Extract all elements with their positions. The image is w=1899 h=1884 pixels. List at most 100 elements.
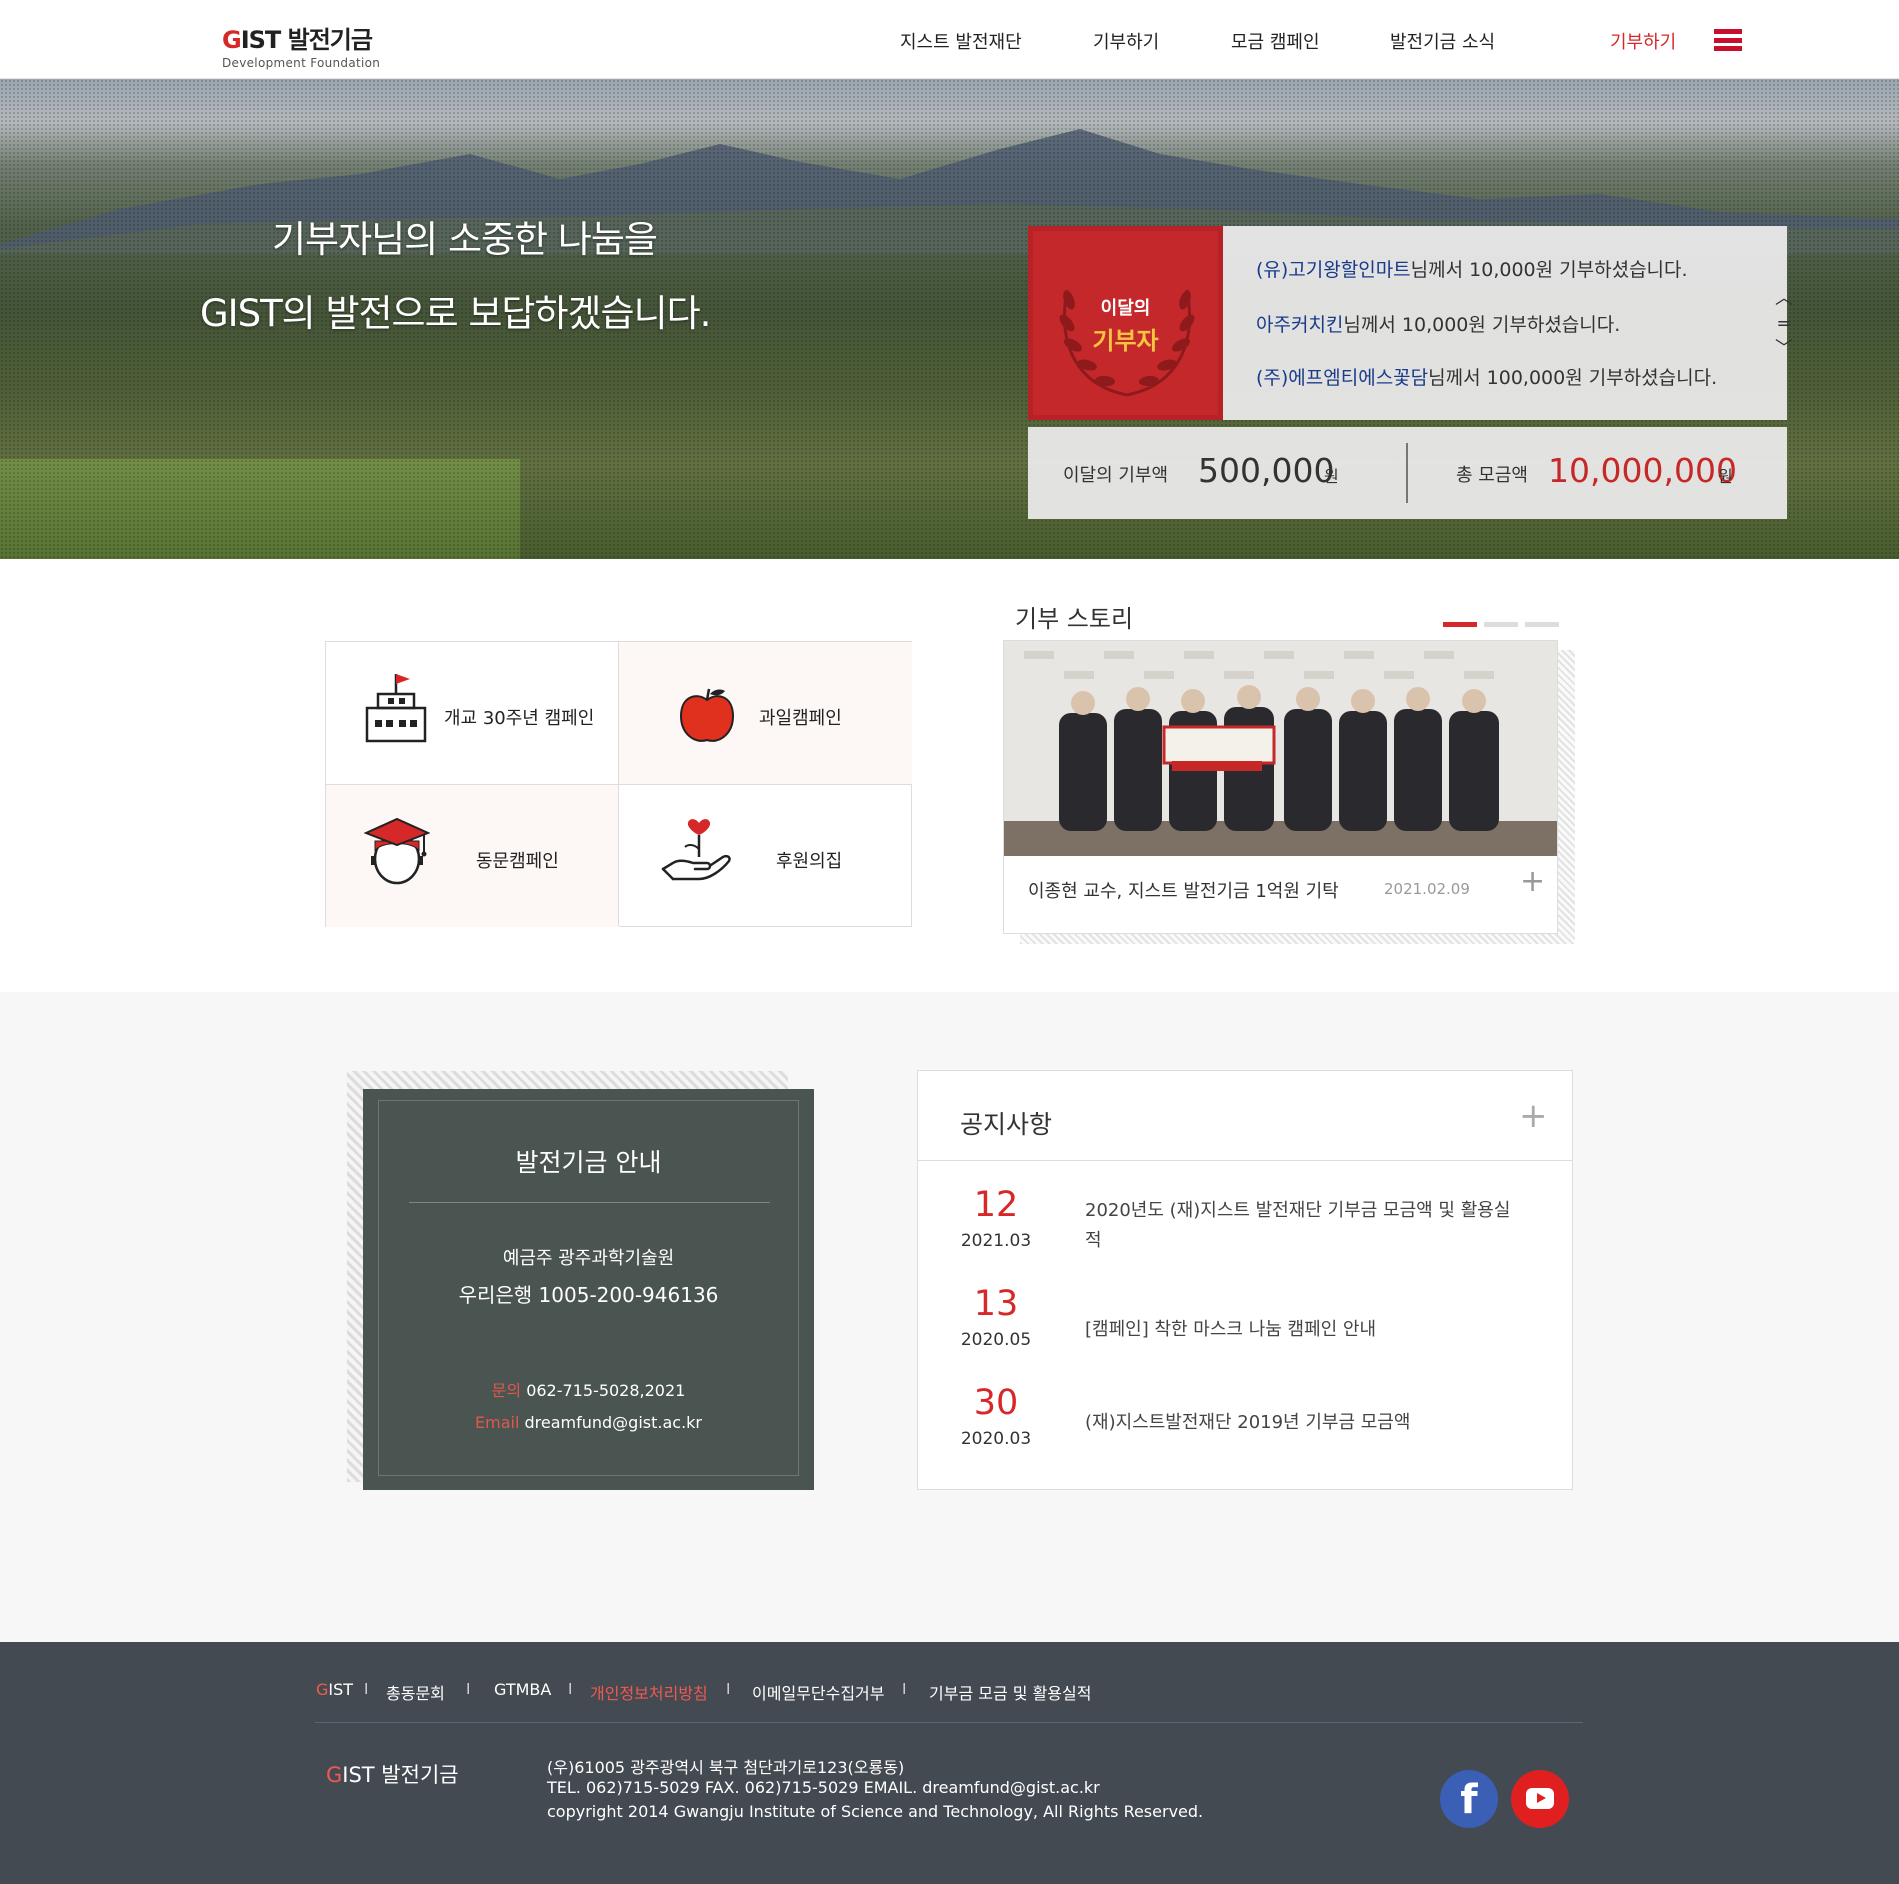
footer-link-email-policy[interactable]: 이메일무단수집거부: [752, 1680, 884, 1704]
story-photo[interactable]: [1004, 641, 1557, 856]
total-amount-unit: 원: [1718, 467, 1733, 486]
donor-name: (주)에프엠티에스꽃담: [1256, 367, 1429, 389]
donor-message: 님께서 100,000원 기부하셨습니다.: [1428, 367, 1718, 389]
hand-heart-sprout-icon: [661, 819, 731, 881]
logo-initial: G: [222, 26, 242, 54]
donation-amount-panel: 이달의 기부액 500,000 원 총 모금액 10,000,000 원: [1028, 427, 1787, 519]
notice-day: 30: [973, 1383, 1019, 1423]
site-logo[interactable]: GIST 발전기금 Development Foundation: [222, 20, 380, 70]
campaign-sponsor-house[interactable]: 후원의집: [619, 785, 912, 927]
donation-ceremony-photo: [1004, 641, 1557, 856]
campaign-grid: 개교 30주년 캠페인 과일캠페인 동문캠페인 후원의집: [325, 641, 912, 927]
divider: [315, 1722, 1583, 1723]
nav-news[interactable]: 발전기금 소식: [1390, 28, 1495, 54]
plus-icon[interactable]: +: [1520, 867, 1545, 897]
plus-icon[interactable]: +: [1519, 1099, 1548, 1133]
badge-label-donor: 기부자: [1092, 327, 1159, 355]
separator: I: [466, 1680, 471, 1698]
email-address[interactable]: dreamfund@gist.ac.kr: [524, 1413, 702, 1432]
donor-entry[interactable]: (주)에프엠티에스꽃담님께서 100,000원 기부하셨습니다.: [1256, 363, 1717, 390]
badge-label-month: 이달의: [1100, 298, 1151, 319]
monthly-donor-panel: 이달의 기부자 (유)고기왕할인마트님께서 10,000원 기부하셨습니다. 아…: [1028, 226, 1793, 420]
chevron-down-icon[interactable]: ﹀: [1774, 336, 1794, 361]
phone-number: 062-715-5028,2021: [526, 1381, 686, 1400]
facebook-icon[interactable]: f: [1440, 1770, 1498, 1828]
fund-info-title: 발전기금 안내: [515, 1148, 662, 1177]
monthly-amount-label: 이달의 기부액: [1063, 465, 1169, 486]
footer-link-donation-report[interactable]: 기부금 모금 및 활용실적: [929, 1680, 1091, 1704]
contact-phone: 문의 062-715-5028,2021: [379, 1377, 798, 1401]
contact-email: Email dreamfund@gist.ac.kr: [379, 1413, 798, 1432]
monthly-amount-unit: 원: [1324, 467, 1339, 486]
school-building-icon: [365, 674, 427, 743]
notice-text[interactable]: (재)지스트발전재단 2019년 기부금 모금액: [1085, 1408, 1525, 1438]
footer-address: (우)61005 광주광역시 북구 첨단과기로123(오룡동): [547, 1758, 905, 1777]
hero-banner: 기부자님의 소중한 나눔을 GIST의 발전으로 보답하겠습니다. 이달의 기부…: [0, 79, 1899, 559]
footer-link-privacy[interactable]: 개인정보처리방침: [590, 1680, 708, 1704]
youtube-icon[interactable]: [1511, 1770, 1569, 1828]
logo-subtitle: Development Foundation: [222, 56, 381, 70]
apple-icon: [679, 688, 735, 742]
bank-account: 우리은행 1005-200-946136: [458, 1283, 719, 1307]
story-caption[interactable]: 이종현 교수, 지스트 발전기금 1억원 기탁: [1028, 877, 1339, 903]
donor-name: (유)고기왕할인마트: [1256, 259, 1411, 281]
donor-name: 아주커치킨: [1256, 314, 1344, 336]
footer-copyright: copyright 2014 Gwangju Institute of Scie…: [547, 1802, 1204, 1821]
slide-indicator[interactable]: [1525, 622, 1559, 627]
footer-link-gtmba[interactable]: GTMBA: [494, 1680, 551, 1699]
separator: I: [568, 1680, 573, 1698]
campaign-fruit[interactable]: 과일캠페인: [619, 642, 912, 784]
nav-donate[interactable]: 기부하기: [1093, 28, 1159, 54]
notice-text[interactable]: 2020년도 (재)지스트 발전재단 기부금 모금액 및 활용실적: [1085, 1196, 1525, 1256]
slide-indicator[interactable]: [1484, 622, 1518, 627]
chevron-up-icon[interactable]: ︿: [1774, 286, 1794, 311]
story-card[interactable]: 이종현 교수, 지스트 발전기금 1억원 기탁 2021.02.09 +: [1003, 640, 1558, 934]
campaign-label: 개교 30주년 캠페인: [444, 708, 595, 729]
campaign-label: 후원의집: [776, 851, 843, 872]
campaign-30th-anniversary[interactable]: 개교 30주년 캠페인: [326, 642, 619, 784]
story-date: 2021.02.09: [1384, 880, 1470, 898]
account-holder: 예금주 광주과학기술원: [502, 1248, 675, 1269]
donor-ticker-controls: ︿ = ﹀: [1774, 286, 1794, 361]
donor-entry[interactable]: (유)고기왕할인마트님께서 10,000원 기부하셨습니다.: [1256, 255, 1688, 282]
footer-link-alumni[interactable]: 총동문회: [386, 1680, 445, 1704]
total-amount-value: 10,000,000: [1548, 451, 1737, 490]
notice-title: 공지사항: [960, 1110, 1053, 1139]
footer-link-gist[interactable]: GIST: [316, 1680, 353, 1699]
email-label: Email: [475, 1413, 520, 1432]
notice-year-month: 2020.05: [960, 1330, 1032, 1350]
donate-link[interactable]: 기부하기: [1610, 28, 1676, 54]
campaign-alumni[interactable]: 동문캠페인: [326, 785, 619, 927]
notice-year-month: 2021.03: [960, 1231, 1032, 1251]
site-footer: GIST I 총동문회 I GTMBA I 개인정보처리방침 I 이메일무단수집…: [0, 1642, 1899, 1884]
nav-foundation[interactable]: 지스트 발전재단: [900, 28, 1022, 54]
divider: [1406, 443, 1408, 503]
notice-text[interactable]: [캠페인] 착한 마스크 나눔 캠페인 안내: [1085, 1315, 1525, 1345]
total-amount-label: 총 모금액: [1456, 465, 1528, 486]
donor-message: 님께서 10,000원 기부하셨습니다.: [1343, 314, 1621, 336]
donor-entry[interactable]: 아주커치킨님께서 10,000원 기부하셨습니다.: [1256, 310, 1620, 337]
hero-title-line2: GIST의 발전으로 보답하겠습니다.: [200, 292, 711, 335]
separator: I: [364, 1680, 369, 1698]
pause-icon[interactable]: =: [1774, 311, 1794, 336]
phone-label: 문의: [491, 1381, 522, 1400]
campaign-label: 과일캠페인: [759, 708, 842, 729]
donation-story-title: 기부 스토리: [1015, 605, 1134, 633]
hamburger-menu-icon[interactable]: [1714, 29, 1742, 51]
footer-contact: TEL. 062)715-5029 FAX. 062)715-5029 EMAI…: [547, 1778, 1100, 1797]
donor-message: 님께서 10,000원 기부하셨습니다.: [1410, 259, 1688, 281]
notice-year-month: 2020.03: [960, 1429, 1032, 1449]
monthly-donor-badge: 이달의 기부자: [1028, 226, 1223, 420]
site-header: GIST 발전기금 Development Foundation 지스트 발전재…: [0, 0, 1899, 79]
fund-info-box: 발전기금 안내 예금주 광주과학기술원 우리은행 1005-200-946136…: [363, 1089, 814, 1490]
graduate-cap-icon: [364, 817, 430, 885]
slide-indicator-active[interactable]: [1443, 622, 1477, 627]
separator: I: [726, 1680, 731, 1698]
nav-campaign[interactable]: 모금 캠페인: [1231, 28, 1320, 54]
divider: [918, 1160, 1572, 1161]
notice-day: 13: [973, 1284, 1019, 1324]
monthly-amount-value: 500,000: [1198, 451, 1335, 490]
hero-title-line1: 기부자님의 소중한 나눔을: [272, 218, 658, 261]
logo-text: IST 발전기금: [240, 26, 373, 54]
notice-board: 공지사항 + 12 2021.03 2020년도 (재)지스트 발전재단 기부금…: [917, 1070, 1573, 1490]
